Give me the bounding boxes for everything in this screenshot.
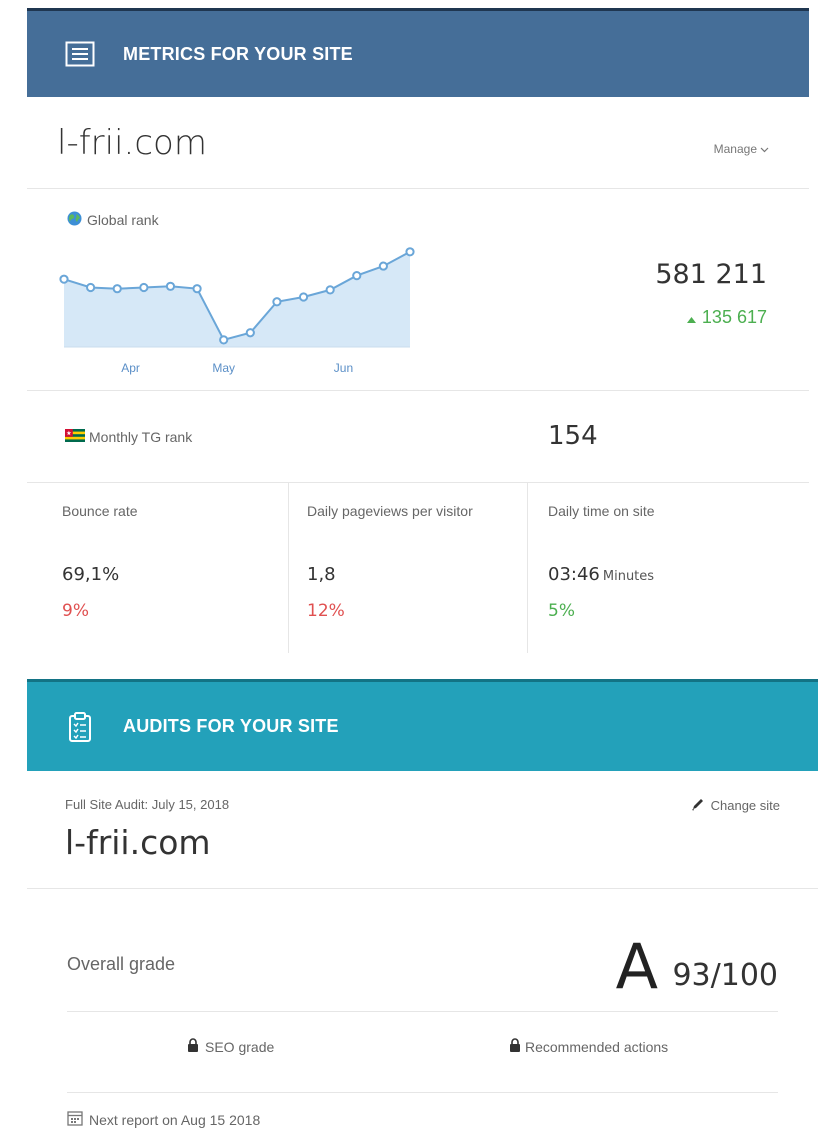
chart-point bbox=[405, 247, 415, 257]
stat-value: 03:46 Minutes bbox=[548, 564, 654, 585]
chart-point bbox=[325, 285, 335, 295]
global-rank-section: Global rank Apr May Jun 581 211 135 617 bbox=[27, 189, 809, 391]
stat-label: Daily pageviews per visitor bbox=[307, 503, 473, 519]
calendar-icon bbox=[67, 1110, 83, 1129]
manage-label: Manage bbox=[713, 142, 757, 156]
stat-value-number: 03:46 bbox=[548, 564, 600, 585]
site-name: l-frii.com bbox=[57, 123, 207, 163]
stat-change: 9% bbox=[62, 601, 89, 621]
recommended-actions-link[interactable]: Recommended actions bbox=[509, 1038, 668, 1055]
clipboard-icon bbox=[64, 711, 96, 743]
seo-grade-link[interactable]: SEO grade bbox=[187, 1038, 274, 1055]
chart-point bbox=[378, 261, 388, 271]
next-report-label: Next report on Aug 15 2018 bbox=[89, 1111, 261, 1128]
chart-point bbox=[245, 328, 255, 338]
chart-point bbox=[165, 281, 176, 291]
chart-area bbox=[64, 251, 410, 347]
chart-x-tick-label: May bbox=[212, 361, 235, 375]
audit-date: Full Site Audit: July 15, 2018 bbox=[65, 797, 230, 812]
chart-x-tick-label: Apr bbox=[121, 361, 140, 375]
metrics-card: METRICS FOR YOUR SITE l-frii.com Manage … bbox=[27, 8, 809, 654]
audits-header: AUDITS FOR YOUR SITE bbox=[27, 682, 818, 771]
stat-label: Bounce rate bbox=[62, 503, 138, 519]
chart-x-tick-label: Jun bbox=[334, 361, 353, 375]
monthly-tg-rank-value: 154 bbox=[548, 421, 598, 451]
stat-daily-pageviews: Daily pageviews per visitor 1,8 12% bbox=[288, 483, 527, 653]
stat-label: Daily time on site bbox=[548, 503, 655, 519]
stat-unit: Minutes bbox=[602, 569, 655, 584]
stat-daily-time-on-site: Daily time on site 03:46 Minutes 5% bbox=[527, 483, 809, 653]
overall-grade-label: Overall grade bbox=[67, 954, 176, 974]
metrics-header-title: METRICS FOR YOUR SITE bbox=[123, 43, 353, 64]
stat-value: 1,8 bbox=[307, 564, 336, 585]
audit-site-name: l-frii.com bbox=[65, 823, 211, 862]
chart-point bbox=[219, 335, 229, 345]
chart-point bbox=[59, 274, 69, 284]
metrics-header: METRICS FOR YOUR SITE bbox=[27, 11, 809, 97]
stat-bounce-rate: Bounce rate 69,1% 9% bbox=[27, 483, 288, 653]
metrics-site-row: l-frii.com Manage bbox=[27, 97, 809, 189]
manage-dropdown[interactable]: Manage bbox=[714, 142, 769, 156]
chart-point bbox=[112, 284, 122, 294]
overall-grade-row: Overall grade A 93/100 bbox=[67, 920, 778, 1012]
global-rank-value: 581 211 bbox=[655, 259, 767, 290]
chevron-down-icon bbox=[760, 142, 769, 156]
stat-change: 12% bbox=[307, 601, 345, 621]
chart-point bbox=[272, 297, 282, 307]
global-rank-change: 135 617 bbox=[686, 307, 767, 328]
chart-point bbox=[86, 282, 96, 293]
monthly-tg-rank-label: Monthly TG rank bbox=[89, 429, 193, 445]
chart-point bbox=[298, 292, 309, 302]
change-site-link[interactable]: Change site bbox=[691, 797, 780, 814]
audit-site-row: Full Site Audit: July 15, 2018 l-frii.co… bbox=[27, 771, 818, 889]
recommended-actions-label: Recommended actions bbox=[525, 1038, 669, 1055]
audits-card: AUDITS FOR YOUR SITE Full Site Audit: Ju… bbox=[27, 679, 818, 1148]
next-report: Next report on Aug 15 2018 bbox=[67, 1110, 260, 1129]
arrow-up-icon bbox=[686, 307, 696, 328]
pencil-icon bbox=[691, 797, 705, 814]
stat-change: 5% bbox=[548, 601, 575, 621]
change-site-label: Change site bbox=[710, 798, 780, 813]
audits-header-title: AUDITS FOR YOUR SITE bbox=[123, 716, 339, 736]
stats-row: Bounce rate 69,1% 9% Daily pageviews per… bbox=[27, 483, 809, 653]
global-rank-change-value: 135 617 bbox=[701, 307, 767, 327]
seo-grade-label: SEO grade bbox=[205, 1038, 275, 1055]
chart-point bbox=[192, 284, 202, 294]
grade-letter: A bbox=[615, 930, 658, 1003]
audit-links-row: SEO grade Recommended actions bbox=[67, 1012, 778, 1093]
chart-point bbox=[352, 271, 362, 281]
togo-flag-icon bbox=[65, 429, 85, 445]
stat-value-number: 69,1% bbox=[62, 564, 120, 585]
monthly-tg-rank-section: Monthly TG rank 154 bbox=[27, 391, 809, 483]
lock-icon bbox=[509, 1038, 521, 1055]
newspaper-icon bbox=[64, 38, 96, 70]
lock-icon bbox=[187, 1038, 199, 1055]
grade-score: 93/100 bbox=[672, 958, 778, 993]
chart-point bbox=[139, 282, 149, 293]
global-rank-chart: Apr May Jun bbox=[59, 247, 415, 375]
stat-value: 69,1% bbox=[62, 564, 119, 585]
stat-value-number: 1,8 bbox=[307, 564, 336, 585]
monthly-tg-rank-label-group: Monthly TG rank bbox=[65, 429, 192, 445]
